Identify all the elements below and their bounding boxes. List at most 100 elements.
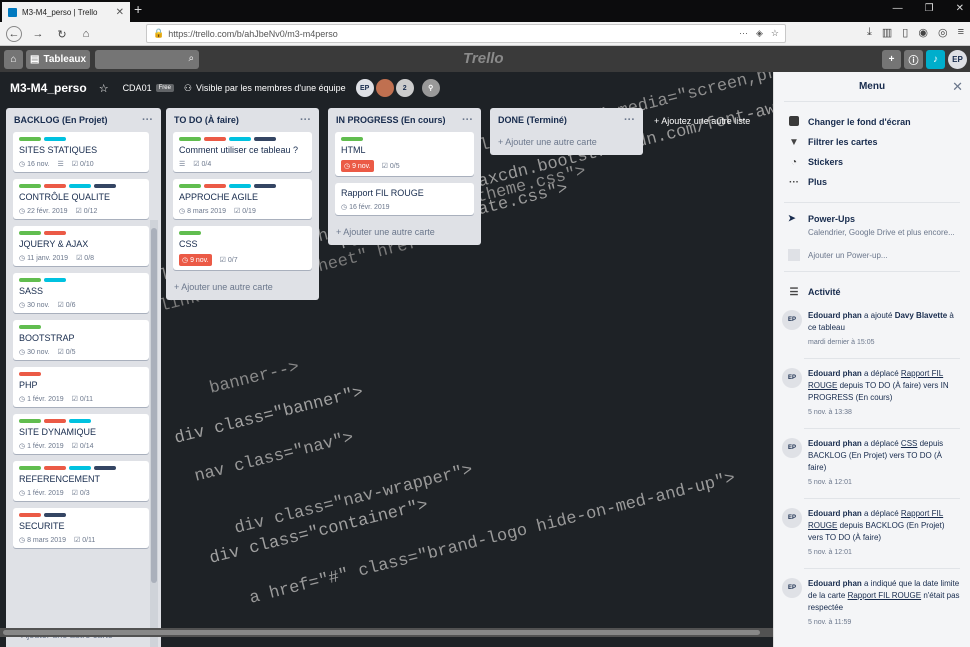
new-tab-button[interactable]: + — [134, 1, 142, 17]
card-label[interactable] — [44, 513, 66, 517]
boards-button[interactable]: ▤ Tableaux — [26, 49, 91, 69]
menu-item-more[interactable]: ··· Plus — [774, 172, 970, 192]
sidebar-icon[interactable]: ▯ — [902, 26, 908, 39]
card[interactable]: Comment utiliser ce tableau ? ☰ ☑ 0/4 — [173, 132, 312, 172]
card-label[interactable] — [229, 137, 251, 141]
member-avatar[interactable]: EP — [355, 79, 374, 97]
invite-member-icon[interactable]: ⚲ — [421, 79, 440, 97]
activity-actor[interactable]: Edouard phan — [808, 509, 862, 518]
card[interactable]: SASS ◷ 30 nov. ☑ 0/6 — [13, 273, 149, 313]
add-card-button[interactable]: + Ajouter une autre carte — [490, 132, 643, 155]
list-title[interactable]: TO DO (À faire) — [174, 115, 239, 125]
home-icon[interactable]: ⌂ — [4, 49, 23, 69]
activity-avatar[interactable]: EP — [782, 438, 802, 458]
menu-item-stickers[interactable]: ◔ Stickers — [774, 152, 970, 172]
more-actions-icon[interactable]: ··· — [739, 28, 748, 39]
powerups-link[interactable]: ➤ Power-Ups — [788, 213, 956, 224]
card[interactable]: PHP ◷ 1 févr. 2019 ☑ 0/11 — [13, 367, 149, 407]
card-label[interactable] — [44, 278, 66, 282]
card-label[interactable] — [19, 278, 41, 282]
list-2[interactable]: TO DO (À faire) ··· Comment utiliser ce ta… — [166, 108, 319, 300]
list-menu-icon[interactable]: ··· — [624, 114, 635, 126]
star-icon[interactable]: ☆ — [99, 82, 109, 95]
activity-time[interactable]: 5 nov. à 11:59 — [808, 617, 960, 629]
card-label[interactable] — [204, 137, 226, 141]
hamburger-menu-icon[interactable]: ≡ — [958, 26, 964, 39]
card-label[interactable] — [69, 184, 91, 188]
activity-card-link[interactable]: Rapport FIL ROUGE — [848, 591, 922, 600]
card-label[interactable] — [19, 137, 41, 141]
card-label[interactable] — [69, 466, 91, 470]
menu-item-background[interactable]: Changer le fond d'écran — [774, 112, 970, 132]
member-count[interactable]: 2 — [395, 79, 414, 97]
card-label[interactable] — [179, 231, 201, 235]
search-input[interactable]: ⌕ — [95, 49, 200, 69]
card-label[interactable] — [254, 137, 276, 141]
list-title[interactable]: DONE (Terminé) — [498, 115, 567, 125]
activity-actor[interactable]: Edouard phan — [808, 369, 862, 378]
url-bar[interactable]: 🔒 https://trello.com/b/ahJbeNv0/m3-m4per… — [146, 24, 786, 43]
card-label[interactable] — [341, 137, 363, 141]
list-1[interactable]: BACKLOG (En Projet) ··· SITES STATIQUES ◷ 1… — [6, 108, 161, 647]
activity-avatar[interactable]: EP — [782, 508, 802, 528]
add-list-button[interactable]: + Ajoutez une autre liste — [654, 116, 750, 126]
card-label[interactable] — [44, 466, 66, 470]
list-scrollbar[interactable] — [150, 220, 158, 647]
card[interactable]: SITE DYNAMIQUE ◷ 1 févr. 2019 ☑ 0/14 — [13, 414, 149, 454]
card-label[interactable] — [19, 184, 41, 188]
visibility-button[interactable]: ⚇ Visible par les membres d'une équipe — [184, 83, 346, 94]
library-icon[interactable]: ▥ — [882, 26, 892, 39]
card-label[interactable] — [44, 137, 66, 141]
activity-avatar[interactable]: EP — [782, 368, 802, 388]
reload-button[interactable]: ↻ — [54, 26, 70, 42]
card-label[interactable] — [44, 184, 66, 188]
activity-avatar[interactable]: EP — [782, 578, 802, 598]
list-title[interactable]: IN PROGRESS (En cours) — [336, 115, 446, 125]
team-name[interactable]: CDA01 — [123, 83, 152, 93]
card-label[interactable] — [204, 184, 226, 188]
activity-time[interactable]: 5 nov. à 12:01 — [808, 477, 960, 489]
list-header[interactable]: TO DO (À faire) ··· — [166, 108, 319, 132]
back-button[interactable]: ← — [6, 26, 22, 42]
list-4[interactable]: DONE (Terminé) ··· + Ajouter une autre car… — [490, 108, 643, 155]
card[interactable]: SITES STATIQUES ◷ 16 nov. ☰ ☑ 0/10 — [13, 132, 149, 172]
activity-time[interactable]: 5 nov. à 13:38 — [808, 407, 960, 419]
card[interactable]: Rapport FIL ROUGE ◷ 16 févr. 2019 — [335, 183, 474, 215]
card[interactable]: CSS ◷ 9 nov. ☑ 0/7 — [173, 226, 312, 270]
add-card-button[interactable]: + Ajouter une autre carte — [166, 277, 319, 300]
activity-time[interactable]: mardi dernier à 15:05 — [808, 337, 960, 349]
card-label[interactable] — [179, 137, 201, 141]
list-menu-icon[interactable]: ··· — [462, 114, 473, 126]
download-icon[interactable]: ⤓ — [867, 26, 872, 39]
activity-actor[interactable]: Edouard phan — [808, 311, 862, 320]
card-label[interactable] — [94, 184, 116, 188]
activity-card-link[interactable]: CSS — [901, 439, 917, 448]
card-label[interactable] — [44, 419, 66, 423]
user-avatar[interactable]: EP — [948, 50, 967, 69]
card-label[interactable] — [94, 466, 116, 470]
card[interactable]: HTML ◷ 9 nov. ☑ 0/5 — [335, 132, 474, 176]
add-powerup-button[interactable]: Ajouter un Power-up... — [788, 249, 956, 261]
activity-actor[interactable]: Edouard phan — [808, 579, 862, 588]
close-tab-icon[interactable]: ✕ — [116, 7, 124, 18]
create-button[interactable]: + — [882, 50, 901, 69]
list-menu-icon[interactable]: ··· — [142, 114, 153, 126]
card-label[interactable] — [19, 513, 41, 517]
list-header[interactable]: IN PROGRESS (En cours) ··· — [328, 108, 481, 132]
list-header[interactable]: BACKLOG (En Projet) ··· — [6, 108, 161, 132]
card-label[interactable] — [69, 419, 91, 423]
minimize-icon[interactable]: — — [893, 3, 903, 14]
extension-icon[interactable]: ◉ — [918, 26, 928, 39]
card[interactable]: BOOTSTRAP ◷ 30 nov. ☑ 0/5 — [13, 320, 149, 360]
list-menu-icon[interactable]: ··· — [300, 114, 311, 126]
card[interactable]: CONTRÔLE QUALITE ◷ 22 févr. 2019 ☑ 0/12 — [13, 179, 149, 219]
trello-logo[interactable]: Trello — [463, 50, 504, 67]
card[interactable]: JQUERY & AJAX ◷ 11 janv. 2019 ☑ 0/8 — [13, 226, 149, 266]
card-label[interactable] — [19, 325, 41, 329]
board-title[interactable]: M3-M4_perso — [10, 81, 87, 95]
list-header[interactable]: DONE (Terminé) ··· — [490, 108, 643, 132]
activity-avatar[interactable]: EP — [782, 310, 802, 330]
card-label[interactable] — [44, 231, 66, 235]
card-label[interactable] — [19, 231, 41, 235]
list-title[interactable]: BACKLOG (En Projet) — [14, 115, 108, 125]
